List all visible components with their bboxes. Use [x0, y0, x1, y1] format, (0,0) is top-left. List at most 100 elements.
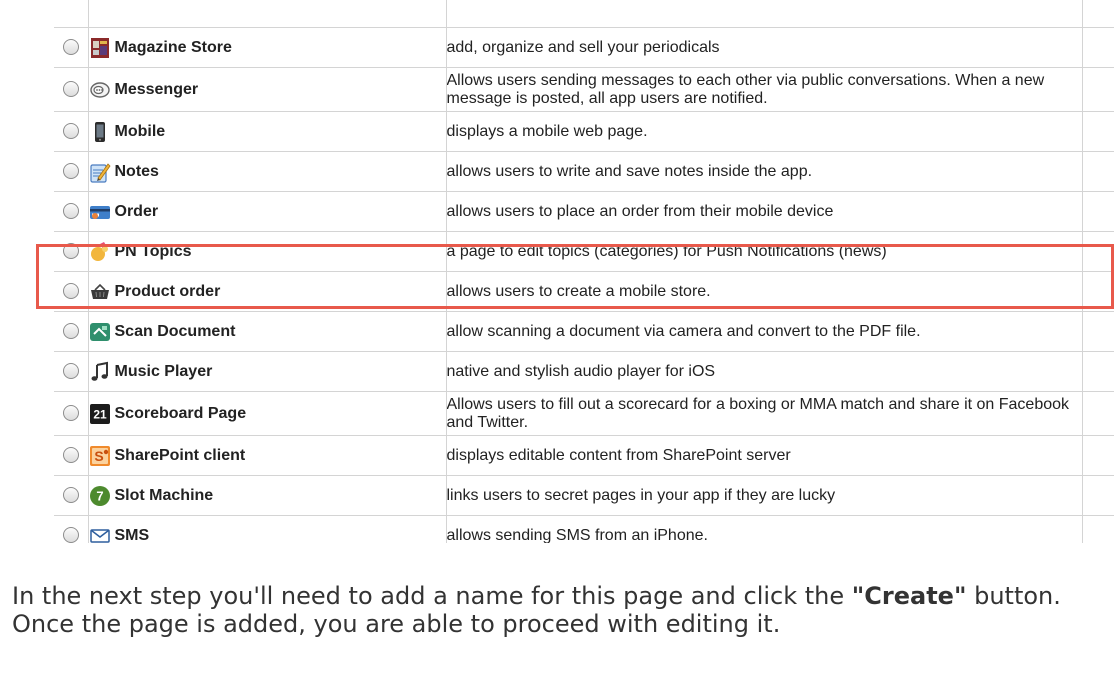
- instructions-text: In the next step you'll need to add a na…: [12, 582, 1102, 638]
- module-name: Messenger: [114, 80, 199, 98]
- scoreboard-21-icon: 21: [89, 403, 111, 425]
- module-radio-scan-document[interactable]: [62, 323, 79, 340]
- scan-document-icon: [89, 321, 111, 343]
- module-name: PN Topics: [114, 242, 192, 260]
- module-description: Allows users sending messages to each ot…: [446, 67, 1083, 112]
- slot-machine-7-icon: 7: [89, 485, 111, 507]
- mobile-phone-icon: [89, 121, 111, 143]
- module-extra-cell: [1082, 475, 1114, 516]
- module-row-notes[interactable]: Notes allows users to write and save note…: [54, 151, 1114, 192]
- module-name: Mobile: [114, 122, 166, 140]
- module-description: allows users to write and save notes ins…: [446, 151, 1083, 192]
- module-radio-sms[interactable]: [62, 527, 79, 543]
- module-name: Music Player: [114, 362, 213, 380]
- module-name-cell: Magazine Store: [88, 27, 447, 68]
- module-row-sms[interactable]: SMS allows sending SMS from an iPhone.: [54, 515, 1114, 544]
- sharepoint-icon-glyph: S: [94, 448, 103, 464]
- module-extra-cell: [1082, 231, 1114, 272]
- module-radio-sharepoint-client[interactable]: [62, 447, 79, 464]
- module-extra-cell: [1082, 67, 1114, 112]
- module-description: add, organize and sell your periodicals: [446, 27, 1083, 68]
- module-radio-cell: [54, 351, 89, 392]
- shopping-basket-icon: [89, 281, 111, 303]
- module-radio-order[interactable]: [62, 203, 79, 220]
- module-row-pn-topics[interactable]: PN Topics a page to edit topics (categori…: [54, 231, 1114, 272]
- page-modules-table: Magazine Store add, organize and sell you…: [54, 0, 1114, 543]
- module-description: allows users to create a mobile store.: [446, 271, 1083, 312]
- module-radio-cell: [54, 391, 89, 436]
- module-row-magazine-store[interactable]: Magazine Store add, organize and sell you…: [54, 27, 1114, 68]
- module-name-cell: Order: [88, 191, 447, 232]
- module-name-cell: 21 Scoreboard Page: [88, 391, 447, 436]
- module-radio-cell: [54, 191, 89, 232]
- module-description: allows sending SMS from an iPhone.: [446, 515, 1083, 543]
- module-radio-cell: [54, 231, 89, 272]
- module-description: Allows users to fill out a scorecard for…: [446, 391, 1083, 436]
- module-name-cell: Notes: [88, 151, 447, 192]
- module-radio-cell: [54, 111, 89, 152]
- module-extra-cell: [1082, 27, 1114, 68]
- module-row-sharepoint-client[interactable]: S SharePoint client displays editable cont…: [54, 435, 1114, 476]
- module-radio-notes[interactable]: [62, 163, 79, 180]
- create-button-label: "Create": [851, 582, 967, 610]
- module-name-cell: Mobile: [88, 111, 447, 152]
- order-card-icon: [89, 201, 111, 223]
- module-radio-cell: [54, 475, 89, 516]
- screenshot-image: Magazine Store add, organize and sell you…: [38, 0, 1114, 543]
- music-note-icon: [89, 361, 111, 383]
- module-radio-cell: [54, 151, 89, 192]
- instructions-before: In the next step you'll need to add a na…: [12, 582, 852, 610]
- module-radio-messenger[interactable]: [62, 81, 79, 98]
- module-description: displays a mobile web page.: [446, 111, 1083, 152]
- module-name: SharePoint client: [114, 446, 246, 464]
- scoreboard-icon-glyph: 21: [93, 407, 107, 421]
- module-row-slot-machine[interactable]: 7 Slot Machine links users to secret pages…: [54, 475, 1114, 516]
- module-row-product-order[interactable]: Product order allows users to create a mo…: [54, 271, 1114, 312]
- slot-machine-icon-glyph: 7: [96, 488, 103, 503]
- magazine-icon: [89, 37, 111, 59]
- module-name-cell: Music Player: [88, 351, 447, 392]
- module-name: Magazine Store: [114, 38, 232, 56]
- module-extra-cell: [1082, 435, 1114, 476]
- module-extra-cell: [1082, 311, 1114, 352]
- module-radio-scoreboard-page[interactable]: [62, 405, 79, 422]
- module-row-messenger[interactable]: Messenger Allows users sending messages t…: [54, 67, 1114, 112]
- module-row-scoreboard-page[interactable]: 21 Scoreboard Page Allows users to fill ou…: [54, 391, 1114, 436]
- sharepoint-icon: S: [89, 445, 111, 467]
- module-radio-pn-topics[interactable]: [62, 243, 79, 260]
- module-radio-cell: [54, 435, 89, 476]
- module-name-cell: S SharePoint client: [88, 435, 447, 476]
- module-name-cell: Product order: [88, 271, 447, 312]
- module-name-cell: Messenger: [88, 67, 447, 112]
- module-description: a page to edit topics (categories) for P…: [446, 231, 1083, 272]
- module-radio-magazine-store[interactable]: [62, 39, 79, 56]
- module-extra-cell: [1082, 111, 1114, 152]
- module-extra-cell: [1082, 515, 1114, 543]
- module-extra-cell: [1082, 271, 1114, 312]
- module-radio-mobile[interactable]: [62, 123, 79, 140]
- module-name-cell: SMS: [88, 515, 447, 544]
- module-name: SMS: [114, 526, 150, 544]
- module-row-scan-document[interactable]: Scan Document allow scanning a document v…: [54, 311, 1114, 352]
- module-description: allows users to place an order from thei…: [446, 191, 1083, 232]
- module-radio-cell: [54, 27, 89, 68]
- module-description: displays editable content from SharePoin…: [446, 435, 1083, 476]
- table-row-partial: [54, 0, 1114, 28]
- module-description: native and stylish audio player for iOS: [446, 351, 1083, 392]
- module-extra-cell: [1082, 151, 1114, 192]
- module-description: allow scanning a document via camera and…: [446, 311, 1083, 352]
- module-row-order[interactable]: Order allows users to place an order from…: [54, 191, 1114, 232]
- module-radio-music-player[interactable]: [62, 363, 79, 380]
- module-radio-cell: [54, 271, 89, 312]
- module-name: Scoreboard Page: [114, 404, 247, 422]
- module-radio-product-order[interactable]: [62, 283, 79, 300]
- module-name: Slot Machine: [114, 486, 214, 504]
- module-row-mobile[interactable]: Mobile displays a mobile web page.: [54, 111, 1114, 152]
- module-description: links users to secret pages in your app …: [446, 475, 1083, 516]
- module-name: Product order: [114, 282, 221, 300]
- envelope-icon: [89, 525, 111, 544]
- module-radio-slot-machine[interactable]: [62, 487, 79, 504]
- notes-pencil-icon: [89, 161, 111, 183]
- module-row-music-player[interactable]: Music Player native and stylish audio pla…: [54, 351, 1114, 392]
- module-name: Scan Document: [114, 322, 236, 340]
